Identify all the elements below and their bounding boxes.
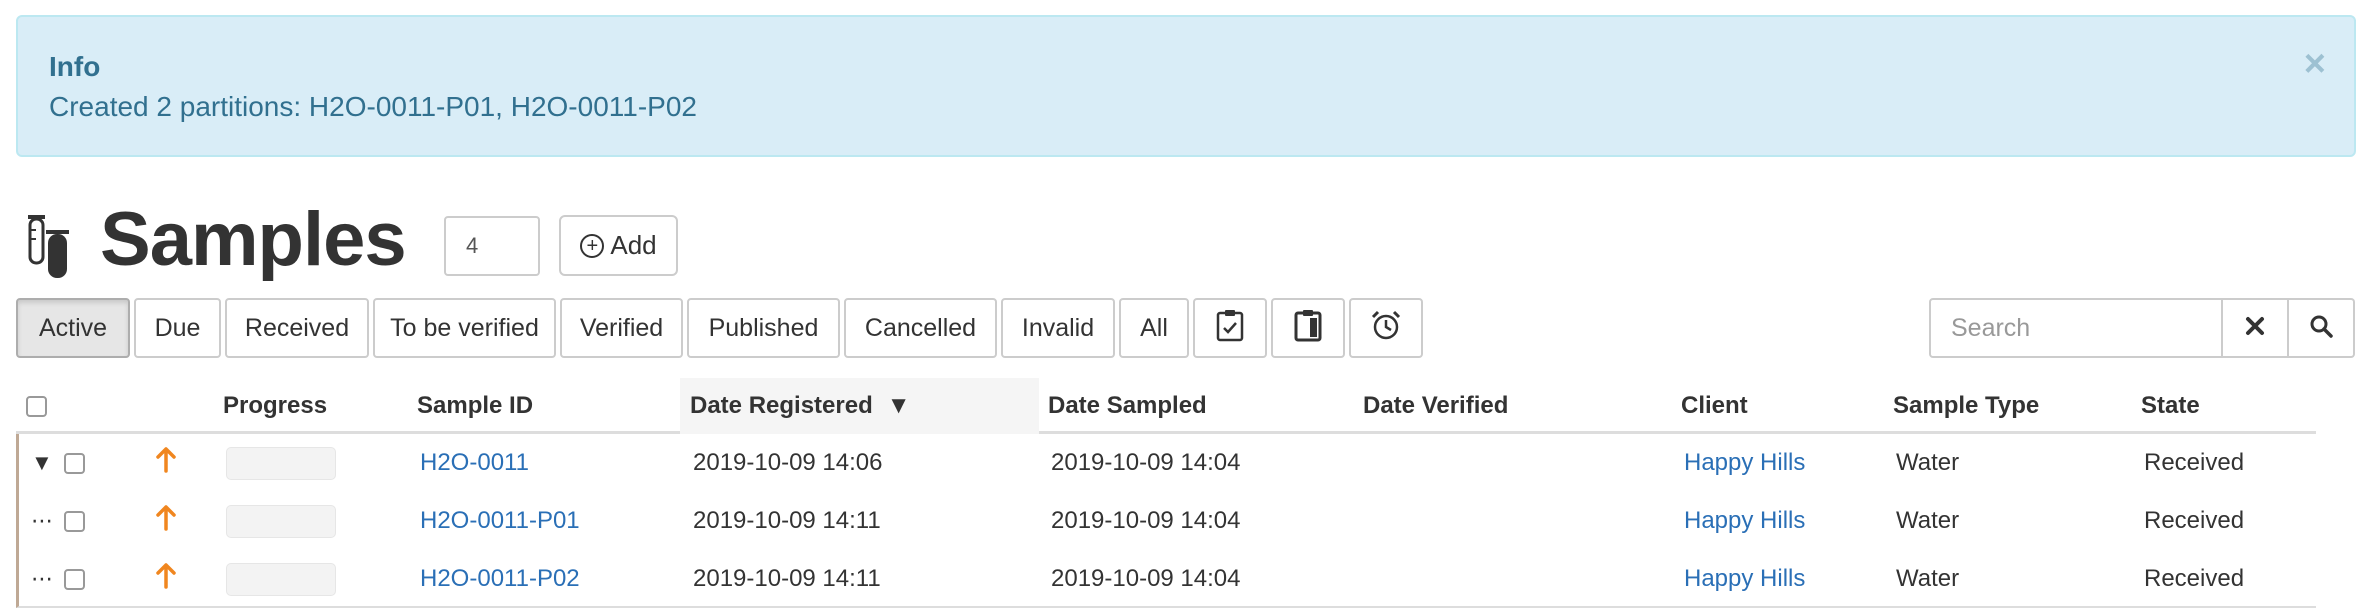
filter-received-button[interactable]: Received xyxy=(225,298,369,358)
table-header: Progress Sample ID Date Registered ▼ Dat… xyxy=(16,378,2316,434)
progress-cell xyxy=(226,434,336,492)
date-registered-cell: 2019-10-09 14:11 xyxy=(693,507,881,534)
column-sample-type[interactable]: Sample Type xyxy=(1893,378,2039,434)
page-title: Samples xyxy=(100,197,407,282)
test-tubes-icon xyxy=(26,212,72,280)
column-client[interactable]: Client xyxy=(1681,378,1748,434)
add-button[interactable]: + Add xyxy=(559,215,678,276)
progress-bar xyxy=(226,562,336,596)
client-cell: Happy Hills xyxy=(1684,434,1805,492)
clipboard-check-icon xyxy=(1215,308,1245,349)
priority-cell xyxy=(155,550,177,608)
ellipsis-icon: ⋯ xyxy=(31,508,53,533)
alarm-clock-icon xyxy=(1370,309,1402,348)
sort-desc-icon: ▼ xyxy=(886,392,911,419)
row-checkbox[interactable] xyxy=(64,510,85,532)
filter-invalid-button[interactable]: Invalid xyxy=(1001,298,1115,358)
filter-due-button[interactable]: Due xyxy=(134,298,221,358)
sample-id-link[interactable]: H2O-0011 xyxy=(420,449,529,477)
table-row[interactable]: ⋯ H2O-0011-P01 2019-10-09 14:11 2019-10-… xyxy=(16,492,2316,550)
date-sampled-cell: 2019-10-09 14:04 xyxy=(1051,565,1241,592)
review-state-filter-bar: Active Due Received To be verified Verif… xyxy=(16,298,1427,358)
close-icon xyxy=(2245,316,2265,341)
sample-type-cell: Water xyxy=(1896,507,1960,534)
search-group xyxy=(1929,298,2355,358)
row-checkbox[interactable] xyxy=(64,452,85,474)
filter-assigned-button[interactable] xyxy=(1193,298,1267,358)
filter-unassigned-button[interactable] xyxy=(1271,298,1345,358)
arrow-up-icon xyxy=(155,446,177,480)
partition-indicator: ⋯ xyxy=(31,550,53,608)
row-checkbox[interactable] xyxy=(64,568,85,590)
progress-bar xyxy=(226,504,336,538)
priority-cell xyxy=(155,492,177,550)
client-cell: Happy Hills xyxy=(1684,550,1805,608)
client-link[interactable]: Happy Hills xyxy=(1684,507,1805,535)
client-link[interactable]: Happy Hills xyxy=(1684,449,1805,477)
search-button[interactable] xyxy=(2289,298,2355,358)
column-date-sampled[interactable]: Date Sampled xyxy=(1048,378,1207,434)
arrow-up-icon xyxy=(155,562,177,596)
filter-active-button[interactable]: Active xyxy=(16,298,130,358)
search-input[interactable] xyxy=(1929,298,2223,358)
date-sampled-cell: 2019-10-09 14:04 xyxy=(1051,449,1241,476)
filter-verified-button[interactable]: Verified xyxy=(560,298,683,358)
arrow-up-icon xyxy=(155,504,177,538)
sample-type-cell: Water xyxy=(1896,565,1960,592)
table-row[interactable]: ⋯ H2O-0011-P02 2019-10-09 14:11 2019-10-… xyxy=(16,550,2316,608)
column-progress[interactable]: Progress xyxy=(223,378,327,434)
state-cell: Received xyxy=(2144,449,2245,476)
sample-id-link[interactable]: H2O-0011-P01 xyxy=(420,507,580,535)
expand-toggle[interactable]: ▼ xyxy=(31,434,53,492)
filter-published-button[interactable]: Published xyxy=(687,298,840,358)
clear-search-button[interactable] xyxy=(2223,298,2289,358)
filter-all-button[interactable]: All xyxy=(1119,298,1189,358)
alert-title: Info xyxy=(49,51,101,82)
sample-count-input[interactable] xyxy=(444,216,540,276)
samples-table: Progress Sample ID Date Registered ▼ Dat… xyxy=(16,378,2316,608)
sample-type-cell: Water xyxy=(1896,449,1960,476)
column-date-registered[interactable]: Date Registered ▼ xyxy=(680,378,1039,434)
sample-id-link[interactable]: H2O-0011-P02 xyxy=(420,565,580,593)
column-date-verified[interactable]: Date Verified xyxy=(1363,378,1508,434)
info-alert: Info Created 2 partitions: H2O-0011-P01,… xyxy=(16,15,2356,157)
partition-indicator: ⋯ xyxy=(31,492,53,550)
table-row[interactable]: ▼ H2O-0011 2019-10-09 14:06 2019-10-09 1… xyxy=(16,434,2316,492)
column-sample-id[interactable]: Sample ID xyxy=(417,378,533,434)
filter-cancelled-button[interactable]: Cancelled xyxy=(844,298,997,358)
row-checkbox-cell xyxy=(64,550,85,608)
date-sampled-cell: 2019-10-09 14:04 xyxy=(1051,507,1241,534)
state-cell: Received xyxy=(2144,507,2245,534)
close-icon[interactable]: × xyxy=(2304,45,2326,83)
plus-circle-icon: + xyxy=(580,233,605,258)
alert-message: Created 2 partitions: H2O-0011-P01, H2O-… xyxy=(49,91,697,122)
progress-bar xyxy=(226,446,336,480)
priority-cell xyxy=(155,434,177,492)
date-registered-cell: 2019-10-09 14:06 xyxy=(693,449,883,476)
sample-id-cell: H2O-0011-P01 xyxy=(420,492,580,550)
date-registered-cell: 2019-10-09 14:11 xyxy=(693,565,881,592)
client-cell: Happy Hills xyxy=(1684,492,1805,550)
ellipsis-icon: ⋯ xyxy=(31,566,53,591)
filter-late-button[interactable] xyxy=(1349,298,1423,358)
sample-id-cell: H2O-0011-P02 xyxy=(420,550,580,608)
row-checkbox-cell xyxy=(64,434,85,492)
add-button-label: Add xyxy=(610,230,657,260)
progress-cell xyxy=(226,550,336,608)
row-checkbox-cell xyxy=(64,492,85,550)
state-cell: Received xyxy=(2144,565,2245,592)
search-icon xyxy=(2309,314,2333,343)
column-state[interactable]: State xyxy=(2141,378,2200,434)
client-link[interactable]: Happy Hills xyxy=(1684,565,1805,593)
sample-id-cell: H2O-0011 xyxy=(420,434,529,492)
select-all-checkbox[interactable] xyxy=(26,395,47,417)
select-all-checkbox-cell xyxy=(26,378,47,434)
collapse-icon: ▼ xyxy=(31,450,53,475)
column-date-registered-label: Date Registered xyxy=(690,392,873,419)
progress-cell xyxy=(226,492,336,550)
filter-to-be-verified-button[interactable]: To be verified xyxy=(373,298,556,358)
clipboard-icon xyxy=(1293,308,1323,349)
